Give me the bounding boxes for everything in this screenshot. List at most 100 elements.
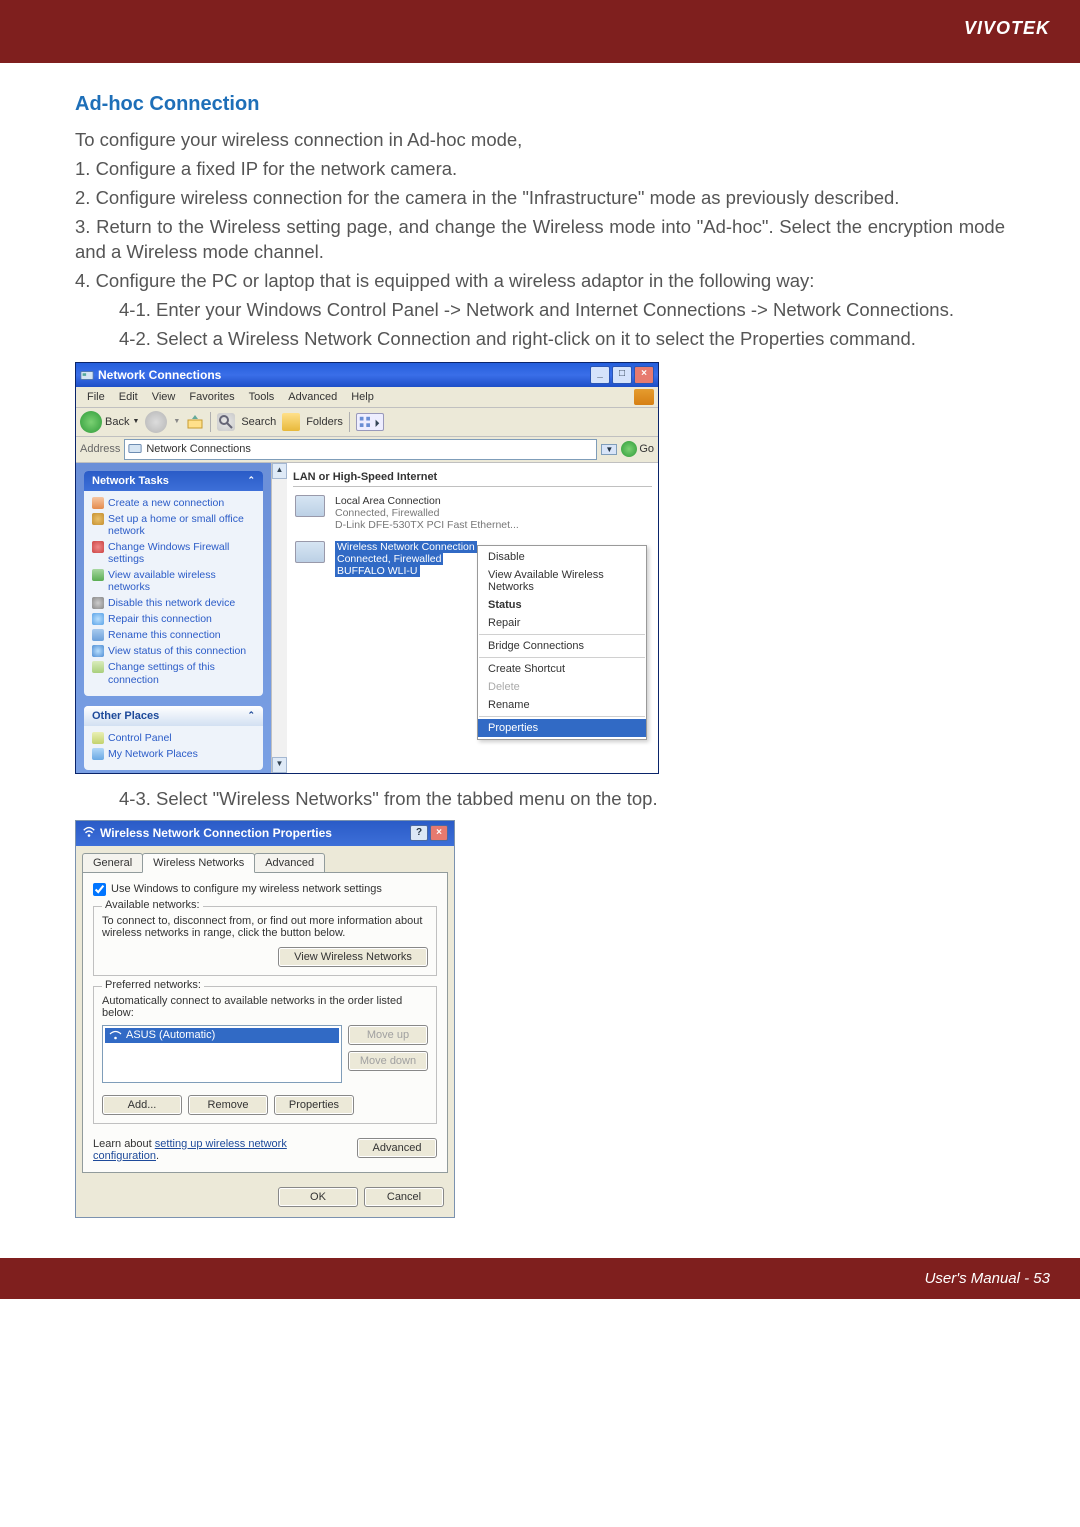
collapse-icon: ⌃ <box>247 475 255 486</box>
ctx-repair[interactable]: Repair <box>478 614 646 632</box>
ctx-shortcut[interactable]: Create Shortcut <box>478 660 646 678</box>
available-legend: Available networks: <box>102 899 203 911</box>
menu-favorites[interactable]: Favorites <box>182 389 241 405</box>
menu-help[interactable]: Help <box>344 389 381 405</box>
minimize-button[interactable]: _ <box>590 366 610 384</box>
ok-button[interactable]: OK <box>278 1187 358 1207</box>
network-tasks-header[interactable]: Network Tasks ⌃ <box>84 471 263 491</box>
preferred-item[interactable]: ASUS (Automatic) <box>105 1028 339 1043</box>
menu-edit[interactable]: Edit <box>112 389 145 405</box>
go-button[interactable]: Go <box>621 441 654 457</box>
other-places-header[interactable]: Other Places ⌃ <box>84 706 263 726</box>
dialog-close-button[interactable]: × <box>430 825 448 841</box>
back-button[interactable]: Back ▼ <box>80 411 139 433</box>
menu-file[interactable]: File <box>80 389 112 405</box>
fwd-dropdown-icon: ▼ <box>173 418 180 425</box>
header-rule <box>0 57 1080 63</box>
preferred-listbox[interactable]: ASUS (Automatic) <box>102 1025 342 1083</box>
lac-name: Local Area Connection <box>335 495 519 507</box>
views-button[interactable] <box>356 413 384 431</box>
step-2: 2. Configure wireless connection for the… <box>75 186 1005 211</box>
preferred-desc: Automatically connect to available netwo… <box>102 995 428 1019</box>
intro-text: To configure your wireless connection in… <box>75 128 1005 153</box>
wcn-properties-dialog: Wireless Network Connection Properties ?… <box>75 820 455 1218</box>
side-scrollbar[interactable]: ▲ ▼ <box>271 463 287 773</box>
scroll-up-button[interactable]: ▲ <box>272 463 287 479</box>
view-wireless-networks-button[interactable]: View Wireless Networks <box>278 947 428 967</box>
address-dropdown[interactable]: ▼ <box>601 444 617 455</box>
menu-view[interactable]: View <box>145 389 183 405</box>
ctx-bridge[interactable]: Bridge Connections <box>478 637 646 655</box>
search-label[interactable]: Search <box>241 416 276 428</box>
remove-button[interactable]: Remove <box>188 1095 268 1115</box>
ctx-rename[interactable]: Rename <box>478 696 646 714</box>
win-titlebar[interactable]: Network Connections _ □ × <box>76 363 658 387</box>
toolbar: Back ▼ ▼ Search Folders <box>76 408 658 437</box>
task-firewall[interactable]: Change Windows Firewall settings <box>92 539 255 567</box>
tab-advanced[interactable]: Advanced <box>254 853 325 873</box>
task-create-connection[interactable]: Create a new connection <box>92 495 255 511</box>
learn-row: Learn about setting up wireless network … <box>93 1134 437 1162</box>
task-view-wireless[interactable]: View available wireless networks <box>92 567 255 595</box>
available-desc: To connect to, disconnect from, or find … <box>102 915 428 939</box>
forward-button[interactable] <box>145 411 167 433</box>
task-status[interactable]: View status of this connection <box>92 643 255 659</box>
folders-icon <box>282 413 300 431</box>
back-icon <box>80 411 102 433</box>
close-button[interactable]: × <box>634 366 654 384</box>
ctx-properties[interactable]: Properties <box>478 719 646 737</box>
context-menu: Disable View Available Wireless Networks… <box>477 545 647 740</box>
address-field[interactable]: Network Connections <box>124 439 597 460</box>
help-button[interactable]: ? <box>410 825 428 841</box>
page-content: Ad-hoc Connection To configure your wire… <box>0 93 1080 1218</box>
up-button[interactable] <box>186 413 204 431</box>
preferred-networks-group: Preferred networks: Automatically connec… <box>93 986 437 1124</box>
dialog-footer: OK Cancel <box>76 1179 454 1217</box>
advanced-button[interactable]: Advanced <box>357 1138 437 1158</box>
other-places-title: Other Places <box>92 710 159 722</box>
address-bar: Address Network Connections ▼ Go <box>76 437 658 463</box>
tab-wireless-networks[interactable]: Wireless Networks <box>142 853 255 873</box>
ctx-disable[interactable]: Disable <box>478 548 646 566</box>
task-settings[interactable]: Change settings of this connection <box>92 659 255 687</box>
use-windows-checkbox[interactable] <box>93 883 106 896</box>
search-icon <box>217 413 235 431</box>
cancel-button[interactable]: Cancel <box>364 1187 444 1207</box>
ctx-status[interactable]: Status <box>478 596 646 614</box>
task-disable[interactable]: Disable this network device <box>92 595 255 611</box>
task-rename[interactable]: Rename this connection <box>92 627 255 643</box>
place-control-panel[interactable]: Control Panel <box>92 730 255 746</box>
place-network-places[interactable]: My Network Places <box>92 746 255 762</box>
preferred-item-label: ASUS (Automatic) <box>126 1029 215 1041</box>
folders-label[interactable]: Folders <box>306 416 343 428</box>
ctx-view-available[interactable]: View Available Wireless Networks <box>478 566 646 596</box>
back-label: Back <box>105 416 129 428</box>
properties-button[interactable]: Properties <box>274 1095 354 1115</box>
menu-advanced[interactable]: Advanced <box>281 389 344 405</box>
dialog-titlebar[interactable]: Wireless Network Connection Properties ?… <box>76 821 454 846</box>
tab-general[interactable]: General <box>82 853 143 873</box>
window-body: Network Tasks ⌃ Create a new connection … <box>76 463 658 773</box>
add-button[interactable]: Add... <box>102 1095 182 1115</box>
move-down-button: Move down <box>348 1051 428 1071</box>
scroll-down-button[interactable]: ▼ <box>272 757 287 773</box>
wireless-icon <box>295 541 329 575</box>
wnc-name: Wireless Network Connection <box>335 541 477 553</box>
back-dropdown-icon: ▼ <box>132 418 139 425</box>
menu-tools[interactable]: Tools <box>242 389 282 405</box>
preferred-legend: Preferred networks: <box>102 979 204 991</box>
category-header: LAN or High-Speed Internet <box>293 469 652 487</box>
use-windows-checkbox-row[interactable]: Use Windows to configure my wireless net… <box>93 883 437 896</box>
window-buttons: _ □ × <box>590 366 654 384</box>
address-icon <box>128 441 142 458</box>
task-repair[interactable]: Repair this connection <box>92 611 255 627</box>
page-header: VIVOTEK <box>0 0 1080 57</box>
task-setup-network[interactable]: Set up a home or small office network <box>92 511 255 539</box>
window-icon <box>80 368 94 382</box>
page-footer: User's Manual - 53 <box>0 1258 1080 1299</box>
go-label: Go <box>639 443 654 455</box>
side-panel: Network Tasks ⌃ Create a new connection … <box>76 463 271 773</box>
connection-lac[interactable]: Local Area Connection Connected, Firewal… <box>293 493 652 539</box>
maximize-button[interactable]: □ <box>612 366 632 384</box>
lac-status: Connected, Firewalled <box>335 507 519 519</box>
